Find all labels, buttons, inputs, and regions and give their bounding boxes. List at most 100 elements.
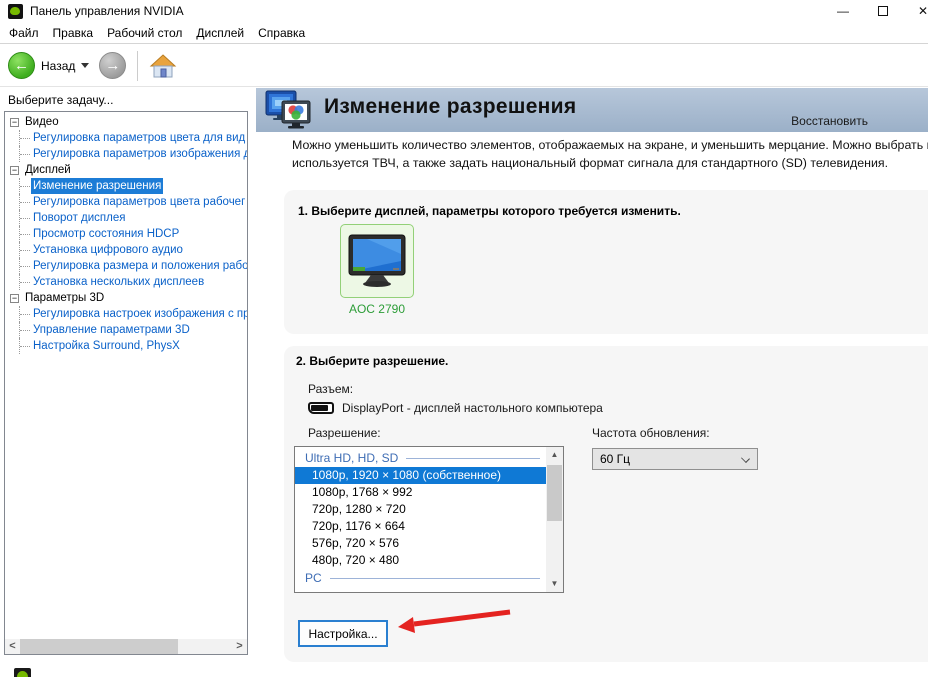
- restore-button[interactable]: Восстановить: [791, 114, 868, 128]
- tree-task-item[interactable]: Регулировка параметров цвета для вид: [19, 130, 247, 146]
- display-name-label: AOC 2790: [340, 302, 414, 316]
- tree-group[interactable]: −Дисплей: [5, 162, 247, 178]
- scroll-down-icon[interactable]: ▼: [546, 576, 563, 592]
- resolution-option[interactable]: 1080p, 1768 × 992: [295, 484, 546, 501]
- page-banner: Изменение разрешения Восстановить: [256, 88, 928, 132]
- refresh-rate-label: Частота обновления:: [592, 426, 710, 440]
- tree-branch-line: [20, 330, 30, 331]
- maximize-icon: [878, 6, 888, 16]
- collapse-icon[interactable]: −: [10, 294, 19, 303]
- resolution-option[interactable]: 720p, 1176 × 664: [295, 518, 546, 535]
- tree-task-label: Установка цифрового аудио: [31, 242, 185, 258]
- tree-task-label: Регулировка размера и положения рабо: [31, 258, 247, 274]
- resolution-option[interactable]: 720p, 1280 × 720: [295, 501, 546, 518]
- sidebar: Выберите задачу... −ВидеоРегулировка пар…: [0, 88, 256, 677]
- resolution-scrollbar[interactable]: ▲ ▼: [546, 447, 563, 592]
- resolution-listbox[interactable]: Ultra HD, HD, SD 1080p, 1920 × 1080 (собс…: [294, 446, 564, 593]
- displayport-connector-icon: [308, 402, 334, 414]
- tree-task-label: Регулировка параметров цвета рабочег: [31, 194, 247, 210]
- tree-branch-line: [20, 314, 30, 315]
- display-tile-aoc-2790[interactable]: [340, 224, 414, 298]
- tree-task-item[interactable]: Регулировка размера и положения рабо: [19, 258, 247, 274]
- toolbar-separator: [137, 51, 138, 81]
- group-header-label: Ultra HD, HD, SD: [305, 451, 398, 465]
- tree-group[interactable]: −Параметры 3D: [5, 290, 247, 306]
- menu-item[interactable]: Рабочий стол: [100, 23, 189, 43]
- change-resolution-icon: [265, 90, 315, 132]
- tree-group-label: Параметры 3D: [25, 290, 104, 306]
- tree-branch-line: [20, 346, 30, 347]
- menu-item[interactable]: Дисплей: [189, 23, 251, 43]
- connector-value: DisplayPort - дисплей настольного компью…: [342, 401, 603, 415]
- resolution-option[interactable]: 1080p, 1920 × 1080 (собственное): [295, 467, 546, 484]
- page-title: Изменение разрешения: [324, 95, 576, 119]
- home-icon[interactable]: [149, 53, 177, 79]
- close-button[interactable]: ✕: [918, 2, 928, 21]
- collapse-icon[interactable]: −: [10, 166, 19, 175]
- resolution-option[interactable]: 576p, 720 × 576: [295, 535, 546, 552]
- description-line-1: Можно уменьшить количество элементов, от…: [292, 136, 928, 154]
- tree-task-label: Установка нескольких дисплеев: [31, 274, 206, 290]
- tree-task-item[interactable]: Регулировка параметров цвета рабочег: [19, 194, 247, 210]
- tree-branch-line: [20, 154, 30, 155]
- refresh-rate-dropdown[interactable]: 60 Гц: [592, 448, 758, 470]
- forward-button[interactable]: →: [99, 52, 126, 79]
- tree-horizontal-scrollbar[interactable]: < >: [5, 639, 247, 654]
- menu-item[interactable]: Правка: [46, 23, 101, 43]
- tree-task-label: Регулировка параметров цвета для вид: [31, 130, 247, 146]
- resolution-group-header: Ultra HD, HD, SD: [295, 449, 546, 467]
- nvidia-app-icon: [8, 4, 23, 19]
- tree-task-item[interactable]: Регулировка настроек изображения с пр: [19, 306, 247, 322]
- tree-task-label: Просмотр состояния HDCP: [31, 226, 181, 242]
- tree-task-label: Регулировка настроек изображения с пр: [31, 306, 247, 322]
- tree-group-label: Видео: [25, 114, 59, 130]
- description-line-2: используется ТВЧ, а также задать национа…: [292, 154, 928, 172]
- task-tree: −ВидеоРегулировка параметров цвета для в…: [5, 114, 247, 639]
- tree-task-item[interactable]: Установка нескольких дисплеев: [19, 274, 247, 290]
- forward-arrow-icon: →: [105, 57, 120, 74]
- tree-group-label: Дисплей: [25, 162, 71, 178]
- customize-button[interactable]: Настройка...: [298, 620, 388, 647]
- tree-branch-line: [20, 282, 30, 283]
- group-header-rule: [330, 578, 540, 579]
- minimize-button[interactable]: —: [826, 2, 860, 21]
- main-content: Изменение разрешения Восстановить Можно …: [256, 88, 928, 677]
- group-header-rule: [406, 458, 540, 459]
- collapse-icon[interactable]: −: [10, 118, 19, 127]
- menu-item[interactable]: Справка: [251, 23, 312, 43]
- back-history-dropdown-icon[interactable]: [81, 63, 89, 68]
- scroll-left-icon[interactable]: <: [5, 639, 20, 654]
- tree-branch-line: [20, 186, 30, 187]
- toolbar: ← Назад →: [0, 45, 928, 87]
- back-label: Назад: [41, 59, 75, 73]
- tree-group[interactable]: −Видео: [5, 114, 247, 130]
- tree-task-item[interactable]: Поворот дисплея: [19, 210, 247, 226]
- tree-task-item[interactable]: Настройка Surround, PhysX: [19, 338, 247, 354]
- tree-branch-line: [20, 250, 30, 251]
- menu-item[interactable]: Файл: [2, 23, 46, 43]
- resolution-option[interactable]: 480p, 720 × 480: [295, 552, 546, 569]
- maximize-button[interactable]: [866, 2, 900, 21]
- scroll-up-icon[interactable]: ▲: [546, 447, 563, 463]
- tree-task-label: Настройка Surround, PhysX: [31, 338, 182, 354]
- tree-branch-line: [20, 266, 30, 267]
- step1-panel: 1. Выберите дисплей, параметры которого …: [284, 190, 928, 334]
- resolution-list: Ultra HD, HD, SD 1080p, 1920 × 1080 (собс…: [295, 449, 546, 592]
- tree-task-item[interactable]: Изменение разрешения: [19, 178, 247, 194]
- tree-branch-line: [20, 138, 30, 139]
- scroll-right-icon[interactable]: >: [232, 639, 247, 654]
- step2-heading: 2. Выберите разрешение.: [296, 354, 448, 368]
- monitor-icon: [347, 234, 407, 288]
- tree-branch-line: [20, 218, 30, 219]
- step1-heading: 1. Выберите дисплей, параметры которого …: [298, 204, 681, 218]
- titlebar: Панель управления NVIDIA — ✕: [0, 0, 928, 23]
- scrollbar-thumb[interactable]: [20, 639, 178, 654]
- back-button[interactable]: ←: [8, 52, 35, 79]
- tree-task-item[interactable]: Управление параметрами 3D: [19, 322, 247, 338]
- nvidia-footer-icon: [14, 668, 31, 677]
- tree-task-item[interactable]: Установка цифрового аудио: [19, 242, 247, 258]
- tree-task-item[interactable]: Регулировка параметров изображения д: [19, 146, 247, 162]
- scrollbar-thumb[interactable]: [547, 465, 562, 521]
- tree-task-item[interactable]: Просмотр состояния HDCP: [19, 226, 247, 242]
- group-header-label: PC: [305, 571, 322, 585]
